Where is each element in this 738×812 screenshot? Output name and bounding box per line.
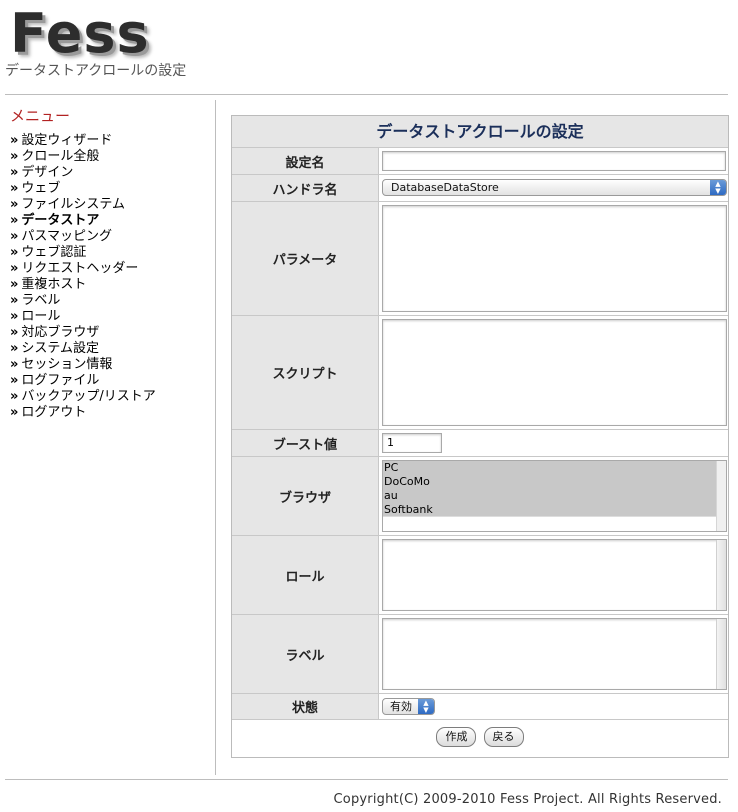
boost-input[interactable]: 1 (382, 433, 442, 453)
listbox-scrollbar[interactable] (716, 461, 726, 531)
menu-item-file-system[interactable]: » ファイルシステム (10, 197, 156, 213)
menu-item-logout[interactable]: » ログアウト (10, 405, 156, 421)
datastore-config-form: データストアクロールの設定 設定名 ハンドラ名 DatabaseDataStor… (231, 115, 729, 758)
select-arrows-icon: ▲ ▼ (418, 699, 434, 714)
row-handler-name: ハンドラ名 DatabaseDataStore ▲ ▼ (232, 175, 728, 202)
handler-name-label: ハンドラ名 (232, 175, 379, 201)
listbox-scroll-area[interactable] (383, 516, 718, 531)
script-textarea[interactable] (382, 319, 727, 426)
menu-item-web[interactable]: » ウェブ (10, 181, 156, 197)
status-select[interactable]: 有効 ▲ ▼ (382, 698, 435, 715)
sidebar-menu: » 設定ウィザード » クロール全般 » デザイン » ウェブ » ファイルシステム » デ… (10, 133, 156, 421)
row-boost: ブースト値 1 (232, 430, 728, 457)
row-browser: ブラウザ PC DoCoMo au Softbank (232, 457, 728, 536)
copyright-text: Copyright(C) 2009-2010 Fess Project. All… (333, 792, 722, 807)
browser-listbox[interactable]: PC DoCoMo au Softbank (382, 460, 727, 532)
browser-option-softbank[interactable]: Softbank (383, 503, 726, 517)
form-buttons: 作成 戻る (232, 725, 728, 747)
browser-option-docomo[interactable]: DoCoMo (383, 475, 726, 489)
menu-item-path-mapping[interactable]: » パスマッピング (10, 229, 156, 245)
menu-item-data-store[interactable]: » データストア (10, 213, 156, 229)
menu-item-role[interactable]: » ロール (10, 309, 156, 325)
menu-item-crawl-general[interactable]: » クロール全般 (10, 149, 156, 165)
config-name-label: 設定名 (232, 148, 379, 174)
menu-item-request-header[interactable]: » リクエストヘッダー (10, 261, 156, 277)
menu-item-web-auth[interactable]: » ウェブ認証 (10, 245, 156, 261)
row-role: ロール (232, 536, 728, 615)
form-title: データストアクロールの設定 (232, 116, 728, 148)
menu-item-session-info[interactable]: » セッション情報 (10, 357, 156, 373)
menu-item-duplicate-host[interactable]: » 重複ホスト (10, 277, 156, 293)
menu-item-label[interactable]: » ラベル (10, 293, 156, 309)
browser-option-pc[interactable]: PC (383, 461, 726, 475)
menu-item-backup-restore[interactable]: » バックアップ/リストア (10, 389, 156, 405)
browser-label: ブラウザ (232, 457, 379, 535)
menu-item-setup-wizard[interactable]: » 設定ウィザード (10, 133, 156, 149)
create-button[interactable]: 作成 (436, 727, 477, 747)
role-label: ロール (232, 536, 379, 614)
role-listbox[interactable] (382, 539, 727, 611)
status-label: 状態 (232, 694, 379, 719)
menu-title: メニュー (10, 107, 71, 125)
row-config-name: 設定名 (232, 148, 728, 175)
back-button[interactable]: 戻る (483, 727, 524, 747)
browser-option-au[interactable]: au (383, 489, 726, 503)
menu-item-browser-type[interactable]: » 対応ブラウザ (10, 325, 156, 341)
menu-item-design[interactable]: » デザイン (10, 165, 156, 181)
menu-item-log-file[interactable]: » ログファイル (10, 373, 156, 389)
page-subtitle: データストアクロールの設定 (5, 63, 187, 79)
select-arrows-icon: ▲ ▼ (710, 180, 726, 195)
header-divider (5, 94, 728, 95)
handler-name-select[interactable]: DatabaseDataStore ▲ ▼ (382, 179, 727, 196)
parameters-textarea[interactable] (382, 205, 727, 312)
labels-listbox[interactable] (382, 618, 727, 690)
sidebar-divider (215, 100, 216, 775)
menu-item-system-settings[interactable]: » システム設定 (10, 341, 156, 357)
parameters-label: パラメータ (232, 202, 379, 315)
row-labels: ラベル (232, 615, 728, 694)
row-parameters: パラメータ (232, 202, 728, 316)
footer-divider (5, 779, 728, 780)
config-name-input[interactable] (382, 151, 726, 171)
boost-label: ブースト値 (232, 430, 379, 456)
labels-label: ラベル (232, 615, 379, 693)
script-label: スクリプト (232, 316, 379, 429)
row-script: スクリプト (232, 316, 728, 430)
fess-logo: Fess (10, 2, 150, 65)
row-status: 状態 有効 ▲ ▼ (232, 694, 728, 720)
